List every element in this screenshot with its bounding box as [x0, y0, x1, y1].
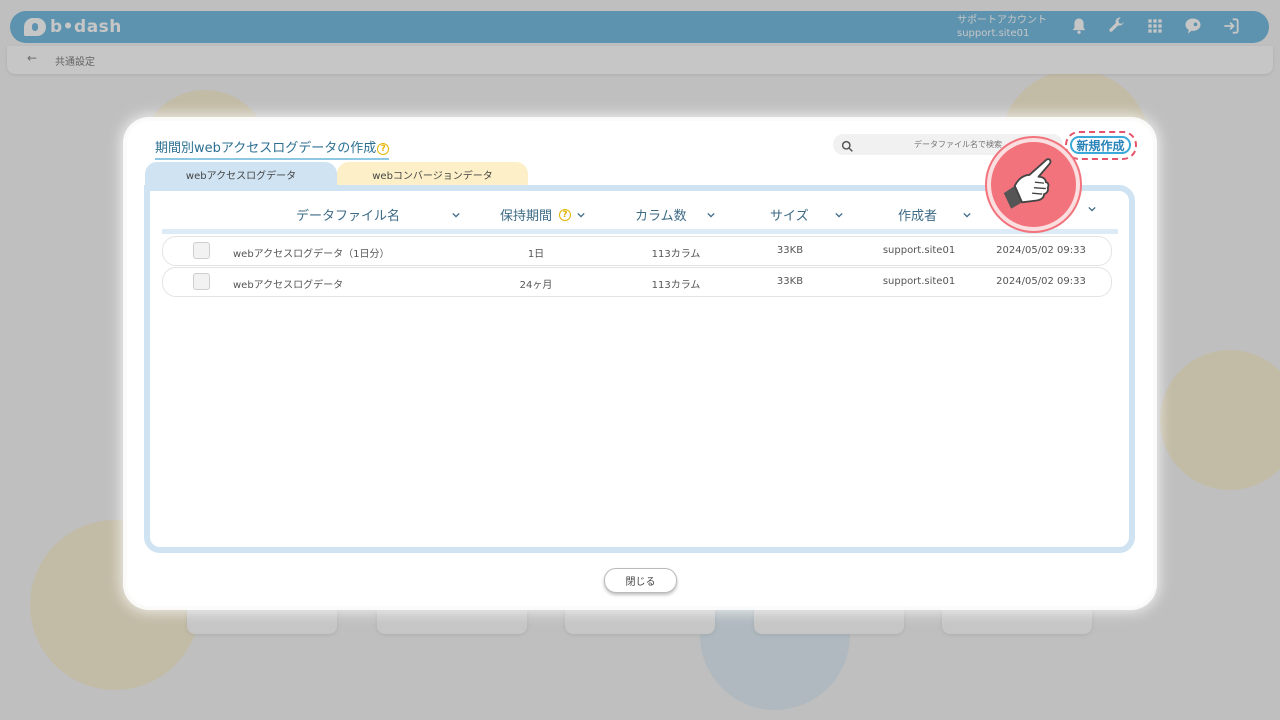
column-header-created-at[interactable] [1082, 205, 1096, 213]
cell-size: 33KB [776, 245, 804, 256]
column-header-label: データファイル名 [296, 209, 401, 224]
new-create-button[interactable]: 新規作成 [1070, 136, 1131, 154]
modal-title-text: 期間別webアクセスログデータの作成 [155, 141, 377, 156]
column-header-size[interactable]: サイズ [770, 205, 843, 224]
table-row[interactable]: webアクセスログデータ 24ヶ月 113カラム 33KB support.si… [162, 267, 1112, 297]
column-header-retention[interactable]: 保持期間 ? [500, 205, 585, 224]
pointer-hand-icon [987, 138, 1080, 231]
chevron-down-icon[interactable] [963, 211, 971, 219]
table-row[interactable]: webアクセスログデータ（1日分） 1日 113カラム 33KB support… [162, 236, 1112, 266]
cell-author: support.site01 [882, 276, 956, 287]
cell-file-name: webアクセスログデータ（1日分） [233, 249, 390, 260]
cell-column-count: 113カラム [651, 249, 701, 260]
cell-column-count: 113カラム [651, 280, 701, 291]
cell-created-at: 2024/05/02 09:33 [996, 276, 1086, 287]
cell-author: support.site01 [882, 245, 956, 256]
cell-retention: 24ヶ月 [519, 280, 553, 291]
data-table-panel: データファイル名 保持期間 ? カラム数 サイズ 作成者 webアクセスログデー… [144, 185, 1135, 553]
table-header: データファイル名 保持期間 ? カラム数 サイズ 作成者 [162, 199, 1118, 234]
search-icon [841, 138, 854, 152]
modal-title: 期間別webアクセスログデータの作成? [155, 137, 390, 160]
column-header-label: 作成者 [898, 209, 938, 224]
close-button[interactable]: 閉じる [604, 568, 677, 593]
column-header-label: サイズ [770, 209, 809, 224]
cell-retention: 1日 [527, 249, 545, 260]
tab-web-conversion[interactable]: webコンバージョンデータ [337, 162, 528, 187]
cell-size: 33KB [776, 276, 804, 287]
help-icon[interactable]: ? [377, 142, 390, 155]
chevron-down-icon[interactable] [577, 211, 585, 219]
chevron-down-icon[interactable] [706, 211, 715, 219]
chevron-down-icon[interactable] [834, 211, 843, 219]
cell-created-at: 2024/05/02 09:33 [996, 245, 1086, 256]
column-header-label: 保持期間 [500, 209, 553, 224]
chevron-down-icon[interactable] [452, 211, 460, 219]
chevron-down-icon[interactable] [1088, 205, 1096, 213]
row-checkbox[interactable] [193, 273, 210, 290]
column-header-column-count[interactable]: カラム数 [635, 205, 715, 224]
column-header-author[interactable]: 作成者 [898, 205, 971, 224]
row-checkbox[interactable] [193, 242, 210, 259]
help-icon[interactable]: ? [559, 208, 572, 221]
tab-web-access-log[interactable]: webアクセスログデータ [145, 162, 337, 187]
cell-file-name: webアクセスログデータ [233, 280, 344, 291]
column-header-label: カラム数 [635, 209, 687, 224]
column-header-file-name[interactable]: データファイル名 [296, 205, 460, 224]
